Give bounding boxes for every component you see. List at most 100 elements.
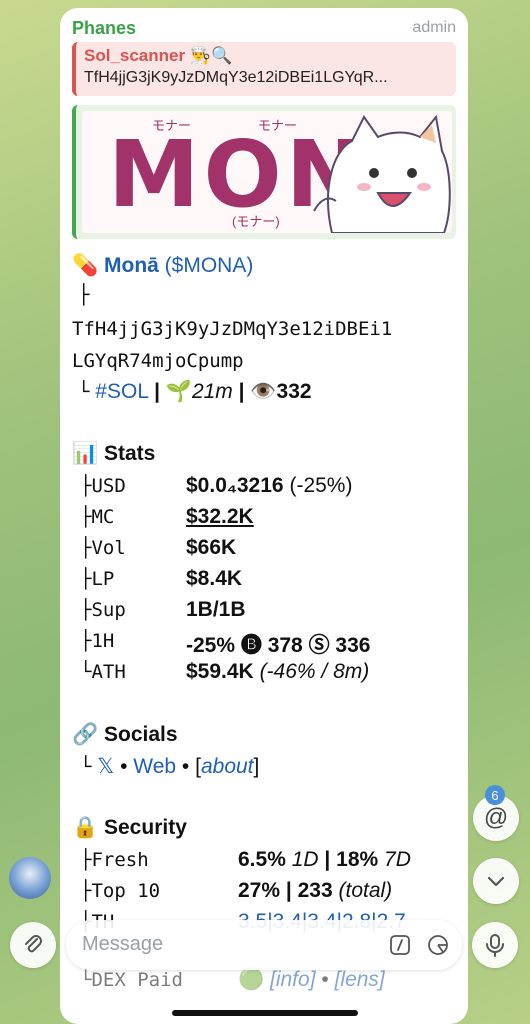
web-link[interactable]: Web — [133, 755, 176, 778]
chevron-down-icon — [487, 876, 505, 887]
stat-row: └ATH $59.4K (-46% / 8m) — [80, 660, 369, 684]
status-dot: 🟢 — [238, 968, 265, 991]
stat-row: ├Vol $66K — [80, 536, 236, 560]
separator: • — [321, 968, 329, 991]
tree-char: └ — [80, 661, 92, 683]
stat-value: -25% 🅑 378 Ⓢ 336 — [186, 634, 371, 657]
token-header: 💊 Monā ($MONA) — [72, 254, 253, 278]
token-age: 21m — [191, 380, 233, 403]
tree-char: ├ — [80, 849, 92, 871]
security-title: Security — [104, 816, 187, 839]
separator: | — [324, 848, 331, 871]
tree-branch: ├ — [78, 284, 90, 306]
stat-value: $8.4K — [186, 567, 243, 590]
message-composer[interactable]: Message — [66, 920, 462, 970]
tree-end: └ — [78, 381, 90, 403]
bracket: ] — [253, 755, 260, 778]
message-input[interactable]: Message — [82, 933, 163, 956]
view-count: 332 — [276, 380, 312, 403]
mention-count-badge: 6 — [485, 785, 505, 805]
katakana-label: (モナー) — [232, 214, 280, 229]
value-part: (total) — [338, 879, 393, 902]
tree-char: ├ — [80, 537, 92, 559]
value-part: 27% — [238, 879, 281, 902]
stat-label: Vol — [91, 537, 126, 559]
stat-label: 1H — [91, 630, 115, 652]
separator: | — [238, 380, 245, 403]
tree-char: └ — [80, 969, 92, 991]
message-bubble: Phanes admin Sol_scanner 👨‍🍳🔍 TfH4jjG3jK… — [60, 8, 468, 1024]
stats-title: Stats — [104, 442, 156, 465]
socials-title: Socials — [104, 723, 178, 746]
security-label: Top 10 — [91, 880, 161, 902]
stat-label: USD — [91, 475, 126, 497]
contract-address-line2[interactable]: LGYqR74mjoCpump — [72, 350, 244, 372]
pill-icon: 💊 — [72, 254, 99, 277]
lock-icon: 🔒 — [72, 816, 99, 839]
stats-heading: 📊 Stats — [72, 442, 155, 466]
microphone-icon — [486, 934, 504, 957]
tree-char: ├ — [80, 568, 92, 590]
value-part: 1D — [291, 848, 319, 871]
sticker-icon[interactable] — [427, 934, 449, 956]
stat-value-group: $0.0₄3216 (-25%) — [186, 474, 352, 498]
stat-label: ATH — [91, 661, 126, 683]
contract-address-line1[interactable]: TfH4jjG3jK9yJzDMqY3e12iDBEi1 — [72, 318, 392, 340]
link-icon: 🔗 — [72, 723, 99, 746]
stat-row: ├Sup 1B/1B — [80, 598, 246, 622]
value-part: 18% — [336, 848, 379, 871]
attach-button[interactable] — [10, 922, 56, 968]
security-label: Fresh — [91, 849, 149, 871]
stat-row: ├MC $32.2K — [80, 505, 254, 529]
stat-value: $66K — [186, 536, 237, 559]
link-preview[interactable]: モナー モナー MONA (モナー) — [72, 105, 456, 239]
stat-row: ├LP $8.4K — [80, 567, 242, 591]
value-part: 7D — [384, 848, 411, 871]
tree-char: ├ — [80, 599, 92, 621]
stat-row: ├1H -25% 🅑 378 Ⓢ 336 — [80, 629, 370, 657]
tree-char: ├ — [80, 506, 92, 528]
home-indicator — [172, 1010, 358, 1016]
reply-address: TfH4jjG3jK9yJzDMqY3e12iDBEi1LGYqR... — [84, 69, 388, 86]
token-name-link[interactable]: Monā — [104, 254, 159, 277]
commands-icon[interactable] — [389, 934, 411, 956]
lens-link[interactable]: [lens] — [335, 968, 385, 991]
stat-value-group: $59.4K (-46% / 8m) — [186, 660, 369, 684]
tree-char: └ — [80, 756, 92, 778]
tree-char: ├ — [80, 630, 92, 652]
chart-icon: 📊 — [72, 442, 99, 465]
info-link[interactable]: [info] — [270, 968, 316, 991]
security-label: DEX Paid — [91, 969, 183, 991]
stat-label: MC — [91, 506, 115, 528]
socials-row: └ 𝕏 • Web • [about] — [80, 754, 259, 779]
mona-banner-image: モナー モナー MONA (モナー) — [82, 111, 452, 233]
paperclip-icon — [25, 935, 42, 953]
about-link[interactable]: about — [201, 755, 254, 778]
security-value: 6.5% 1D | 18% 7D — [238, 848, 411, 872]
security-row: ├Top 10 27% | 233 (total) — [80, 879, 392, 903]
reply-quote[interactable]: Sol_scanner 👨‍🍳🔍 TfH4jjG3jK9yJzDMqY3e12i… — [72, 42, 456, 96]
security-value: 27% | 233 (total) — [238, 879, 392, 903]
stat-value: 1B/1B — [186, 598, 246, 621]
x-link[interactable]: 𝕏 — [97, 755, 114, 778]
stat-row: ├USD $0.0₄3216 (-25%) — [80, 474, 352, 498]
value-part: 6.5% — [238, 848, 286, 871]
tree-char: ├ — [80, 475, 92, 497]
stat-value: $59.4K — [186, 660, 254, 683]
security-row: ├Fresh 6.5% 1D | 18% 7D — [80, 848, 411, 872]
chain-hashtag[interactable]: #SOL — [95, 380, 148, 403]
reply-title: Sol_scanner 👨‍🍳🔍 — [84, 46, 233, 65]
stat-label: Sup — [91, 599, 126, 621]
value-part: 233 — [297, 879, 333, 902]
stat-extra: (-46% / 8m) — [259, 660, 370, 683]
sender-avatar[interactable] — [9, 857, 51, 899]
socials-heading: 🔗 Socials — [72, 723, 178, 747]
voice-message-button[interactable] — [472, 922, 518, 968]
scroll-down-button[interactable] — [473, 858, 519, 904]
token-ticker-link[interactable]: ($MONA) — [165, 254, 254, 277]
market-cap-link[interactable]: $32.2K — [186, 505, 254, 529]
stat-label: LP — [91, 568, 115, 590]
admin-tag: admin — [412, 19, 456, 36]
mention-button[interactable]: 6 @ — [473, 785, 519, 841]
sender-name[interactable]: Phanes — [72, 18, 136, 39]
